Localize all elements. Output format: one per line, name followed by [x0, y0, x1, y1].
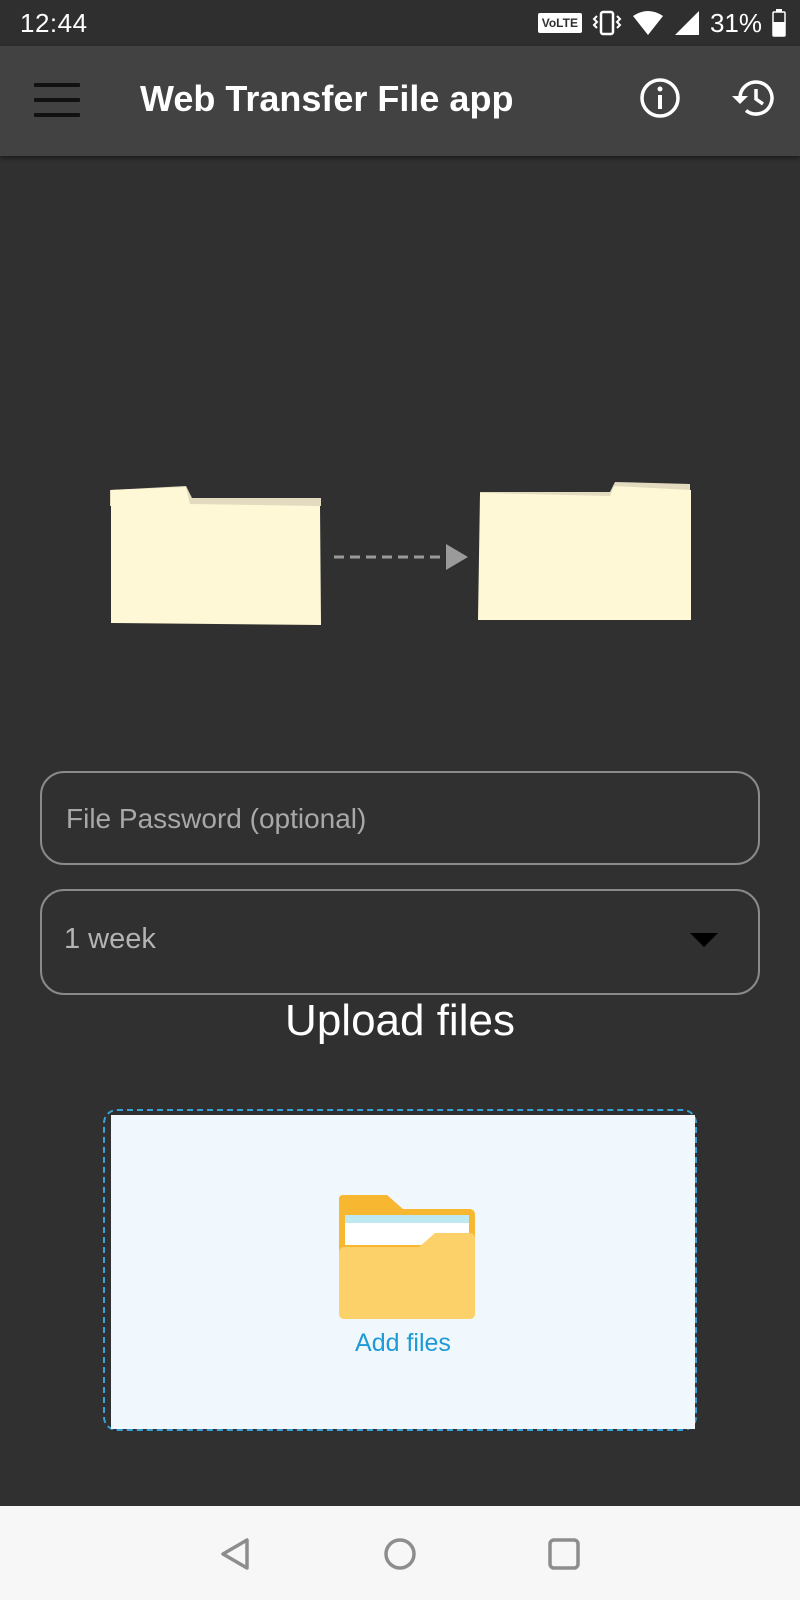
password-field	[40, 771, 760, 865]
status-bar: 12:44 VoLTE 31%	[0, 0, 800, 46]
app-screen: 12:44 VoLTE 31% Web Transfer File app 1 …	[0, 0, 800, 1600]
expiry-duration-select[interactable]: 1 week	[40, 889, 760, 995]
navigation-bar	[0, 1506, 800, 1600]
folder-icon	[337, 1195, 477, 1319]
dropzone-area: Add files	[111, 1115, 695, 1429]
recents-icon[interactable]	[544, 1534, 584, 1574]
info-icon[interactable]	[638, 76, 682, 120]
back-icon[interactable]	[216, 1534, 256, 1574]
signal-icon	[674, 10, 700, 36]
source-folder-icon	[110, 486, 321, 625]
transfer-arrow-icon	[334, 544, 468, 570]
destination-folder-icon	[478, 482, 691, 620]
home-icon[interactable]	[380, 1534, 420, 1574]
battery-percentage: 31%	[709, 7, 762, 38]
dropdown-arrow-icon	[690, 933, 718, 947]
volte-badge: VoLTE	[537, 13, 582, 33]
add-files-label[interactable]: Add files	[111, 1329, 695, 1358]
password-input[interactable]	[64, 773, 738, 865]
battery-icon	[772, 9, 786, 37]
status-time: 12:44	[20, 8, 88, 38]
upload-dropzone[interactable]: Add files	[103, 1109, 697, 1431]
wifi-icon	[632, 10, 664, 36]
app-bar: Web Transfer File app	[0, 46, 800, 156]
history-icon[interactable]	[728, 76, 778, 120]
vibrate-icon	[592, 10, 622, 36]
menu-icon[interactable]	[34, 80, 80, 120]
app-title: Web Transfer File app	[140, 78, 514, 119]
transfer-illustration	[100, 470, 710, 630]
upload-heading: Upload files	[285, 996, 515, 1045]
status-icons: VoLTE 31%	[537, 7, 786, 38]
expiry-duration-value: 1 week	[64, 923, 156, 955]
